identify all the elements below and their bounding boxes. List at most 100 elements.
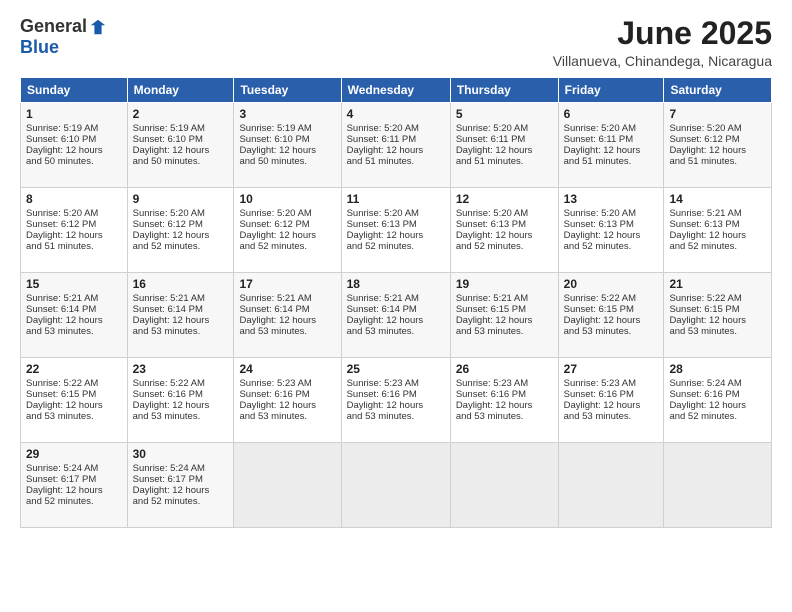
calendar-header-saturday: Saturday [664,78,772,103]
calendar-cell: 20Sunrise: 5:22 AMSunset: 6:15 PMDayligh… [558,273,664,358]
calendar-cell: 21Sunrise: 5:22 AMSunset: 6:15 PMDayligh… [664,273,772,358]
cell-line: and 52 minutes. [564,241,659,252]
cell-line: Daylight: 12 hours [456,230,553,241]
header-row: General Blue June 2025 Villanueva, China… [20,16,772,69]
calendar-cell: 9Sunrise: 5:20 AMSunset: 6:12 PMDaylight… [127,188,234,273]
cell-line: and 50 minutes. [26,156,122,167]
calendar-cell: 24Sunrise: 5:23 AMSunset: 6:16 PMDayligh… [234,358,341,443]
calendar-cell: 2Sunrise: 5:19 AMSunset: 6:10 PMDaylight… [127,103,234,188]
cell-line: and 51 minutes. [26,241,122,252]
cell-line: Sunrise: 5:19 AM [133,123,229,134]
cell-line: Sunset: 6:10 PM [26,134,122,145]
cell-line: Daylight: 12 hours [564,400,659,411]
calendar-cell: 6Sunrise: 5:20 AMSunset: 6:11 PMDaylight… [558,103,664,188]
cell-line: Sunset: 6:11 PM [347,134,445,145]
month-title: June 2025 [553,16,772,51]
cell-line: Sunrise: 5:23 AM [564,378,659,389]
cell-line: Daylight: 12 hours [26,315,122,326]
cell-line: Sunrise: 5:20 AM [133,208,229,219]
logo-flag-icon [89,18,107,36]
cell-line: and 53 minutes. [456,326,553,337]
cell-line: and 52 minutes. [347,241,445,252]
cell-line: and 53 minutes. [133,411,229,422]
day-number: 27 [564,362,659,376]
calendar: SundayMondayTuesdayWednesdayThursdayFrid… [20,77,772,528]
cell-line: Daylight: 12 hours [239,400,335,411]
cell-line: Sunset: 6:12 PM [26,219,122,230]
calendar-cell: 19Sunrise: 5:21 AMSunset: 6:15 PMDayligh… [450,273,558,358]
calendar-cell: 7Sunrise: 5:20 AMSunset: 6:12 PMDaylight… [664,103,772,188]
cell-line: Daylight: 12 hours [564,230,659,241]
cell-line: Sunrise: 5:21 AM [456,293,553,304]
calendar-cell: 30Sunrise: 5:24 AMSunset: 6:17 PMDayligh… [127,443,234,528]
cell-line: Sunset: 6:12 PM [133,219,229,230]
cell-line: Sunset: 6:10 PM [133,134,229,145]
cell-line: Daylight: 12 hours [239,230,335,241]
day-number: 9 [133,192,229,206]
calendar-header-tuesday: Tuesday [234,78,341,103]
calendar-cell [558,443,664,528]
calendar-cell: 13Sunrise: 5:20 AMSunset: 6:13 PMDayligh… [558,188,664,273]
cell-line: Sunset: 6:12 PM [239,219,335,230]
cell-line: Sunrise: 5:20 AM [564,208,659,219]
cell-line: and 52 minutes. [456,241,553,252]
calendar-header-row: SundayMondayTuesdayWednesdayThursdayFrid… [21,78,772,103]
cell-line: Sunrise: 5:20 AM [456,208,553,219]
day-number: 29 [26,447,122,461]
cell-line: Sunrise: 5:20 AM [26,208,122,219]
cell-line: and 52 minutes. [26,496,122,507]
calendar-cell: 5Sunrise: 5:20 AMSunset: 6:11 PMDaylight… [450,103,558,188]
cell-line: Sunset: 6:10 PM [239,134,335,145]
day-number: 10 [239,192,335,206]
day-number: 30 [133,447,229,461]
day-number: 12 [456,192,553,206]
cell-line: and 50 minutes. [239,156,335,167]
calendar-cell: 26Sunrise: 5:23 AMSunset: 6:16 PMDayligh… [450,358,558,443]
cell-line: Sunrise: 5:20 AM [564,123,659,134]
calendar-cell: 1Sunrise: 5:19 AMSunset: 6:10 PMDaylight… [21,103,128,188]
cell-line: Sunset: 6:16 PM [239,389,335,400]
cell-line: and 53 minutes. [347,411,445,422]
subtitle: Villanueva, Chinandega, Nicaragua [553,53,772,69]
cell-line: and 53 minutes. [26,411,122,422]
cell-line: Sunrise: 5:24 AM [669,378,766,389]
cell-line: Daylight: 12 hours [347,315,445,326]
cell-line: and 51 minutes. [347,156,445,167]
cell-line: Daylight: 12 hours [239,145,335,156]
day-number: 16 [133,277,229,291]
day-number: 5 [456,107,553,121]
calendar-cell: 23Sunrise: 5:22 AMSunset: 6:16 PMDayligh… [127,358,234,443]
cell-line: Daylight: 12 hours [564,315,659,326]
cell-line: Sunset: 6:12 PM [669,134,766,145]
calendar-cell: 17Sunrise: 5:21 AMSunset: 6:14 PMDayligh… [234,273,341,358]
cell-line: Sunset: 6:16 PM [669,389,766,400]
cell-line: Daylight: 12 hours [456,315,553,326]
day-number: 18 [347,277,445,291]
cell-line: Sunset: 6:16 PM [456,389,553,400]
calendar-header-wednesday: Wednesday [341,78,450,103]
cell-line: Daylight: 12 hours [26,400,122,411]
cell-line: Daylight: 12 hours [669,145,766,156]
cell-line: Sunset: 6:13 PM [669,219,766,230]
cell-line: and 51 minutes. [456,156,553,167]
logo-text: General [20,16,107,37]
day-number: 20 [564,277,659,291]
title-block: June 2025 Villanueva, Chinandega, Nicara… [553,16,772,69]
cell-line: Sunset: 6:16 PM [564,389,659,400]
day-number: 15 [26,277,122,291]
cell-line: Sunrise: 5:20 AM [456,123,553,134]
calendar-cell [664,443,772,528]
cell-line: Sunrise: 5:20 AM [347,208,445,219]
calendar-cell: 22Sunrise: 5:22 AMSunset: 6:15 PMDayligh… [21,358,128,443]
cell-line: Sunset: 6:15 PM [26,389,122,400]
cell-line: Sunset: 6:17 PM [133,474,229,485]
cell-line: and 53 minutes. [456,411,553,422]
cell-line: Sunrise: 5:21 AM [669,208,766,219]
page: General Blue June 2025 Villanueva, China… [0,0,792,612]
cell-line: Daylight: 12 hours [26,230,122,241]
cell-line: Daylight: 12 hours [347,400,445,411]
day-number: 7 [669,107,766,121]
day-number: 28 [669,362,766,376]
cell-line: Sunset: 6:14 PM [133,304,229,315]
cell-line: and 53 minutes. [239,411,335,422]
